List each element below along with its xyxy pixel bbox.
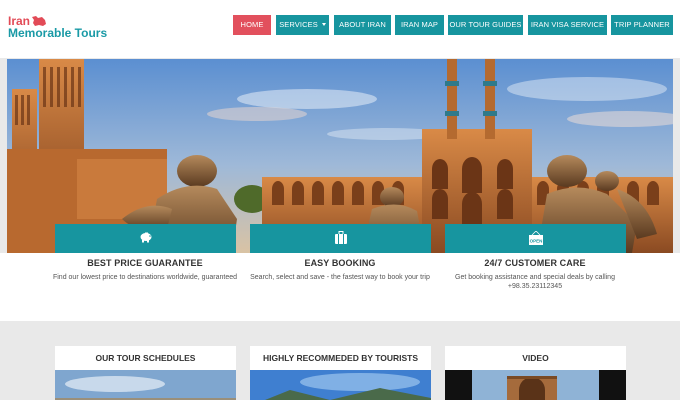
open-sign-text: OPEN: [529, 239, 542, 244]
page: Iran Memorable Tours HOME SERVICES ABOUT…: [0, 0, 680, 400]
nav-services-label: SERVICES: [279, 20, 318, 29]
feature-title: BEST PRICE GUARANTEE: [87, 258, 203, 268]
feature-care: 24/7 CUSTOMER CARE Get booking assistanc…: [425, 258, 645, 291]
nav-services[interactable]: SERVICES: [276, 15, 329, 35]
card-video[interactable]: VIDEO: [445, 346, 626, 400]
card-recommended[interactable]: HIGHLY RECOMMEDED BY TOURISTS: [250, 346, 431, 400]
feature-title: EASY BOOKING: [304, 258, 376, 268]
card-image: [250, 370, 431, 400]
card-title: VIDEO: [522, 353, 549, 363]
open-sign-icon: OPEN: [528, 231, 543, 245]
nav-iran-map[interactable]: IRAN MAP: [395, 15, 444, 35]
suitcase-icon: [334, 231, 347, 244]
site-logo[interactable]: Iran Memorable Tours: [8, 14, 118, 44]
nav-visa-service[interactable]: IRAN VISA SERVICE: [528, 15, 607, 35]
site-header: Iran Memorable Tours HOME SERVICES ABOUT…: [0, 0, 680, 58]
video-player[interactable]: [445, 370, 626, 400]
feature-bar-booking: [250, 224, 431, 253]
feature-description: Search, select and save - the fastest wa…: [250, 274, 430, 281]
feature-booking: EASY BOOKING Search, select and save - t…: [230, 258, 450, 282]
chevron-down-icon: [321, 22, 326, 26]
card-title: OUR TOUR SCHEDULES: [95, 353, 196, 363]
piggy-bank-icon: [140, 232, 151, 243]
feature-description: Find our lowest price to destinations wo…: [52, 274, 238, 281]
nav-tour-guides[interactable]: OUR TOUR GUIDES: [448, 15, 523, 35]
nav-home[interactable]: HOME: [233, 15, 271, 35]
nav-trip-planner[interactable]: TRIP PLANNER: [611, 15, 673, 35]
feature-title: 24/7 CUSTOMER CARE: [484, 258, 586, 268]
card-image: [55, 370, 236, 400]
logo-line2: Memorable Tours: [8, 26, 108, 40]
card-tour-schedules[interactable]: OUR TOUR SCHEDULES: [55, 346, 236, 400]
feature-description: Get booking assistance and special deals…: [455, 274, 615, 290]
card-title: HIGHLY RECOMMEDED BY TOURISTS: [262, 353, 419, 363]
nav-about-iran[interactable]: ABOUT IRAN: [334, 15, 391, 35]
feature-bar-care: OPEN: [445, 224, 626, 253]
feature-price: BEST PRICE GUARANTEE Find our lowest pri…: [35, 258, 255, 282]
feature-bar-price: [55, 224, 236, 253]
